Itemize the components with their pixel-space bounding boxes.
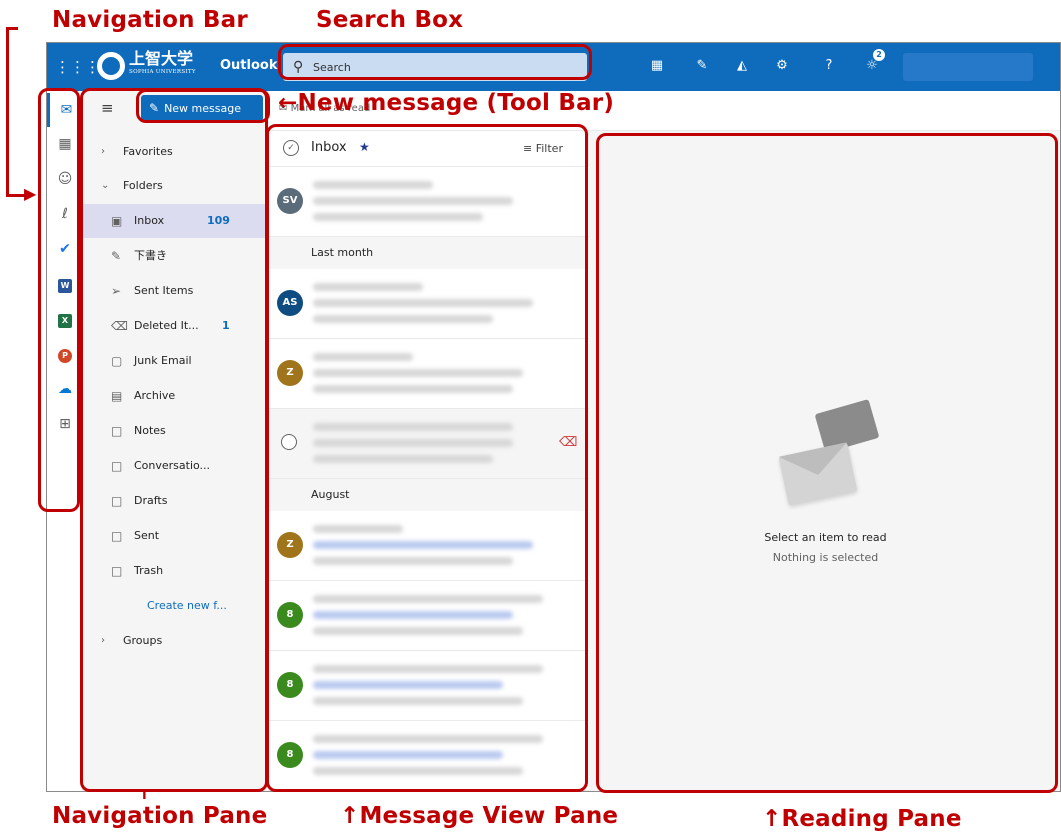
feedback-icon[interactable]: ✎ [692,56,712,76]
university-logo [97,52,125,80]
bell-icon[interactable]: ◭ [732,56,752,76]
logo-japanese: 上智大学 [129,49,194,68]
annotation-navigation-pane: Navigation Pane [52,803,268,829]
annotation-search-box: Search Box [316,7,464,33]
annotation-reading-pane: ↑Reading Pane [762,806,962,832]
annotation-box-navigation-pane [80,88,268,792]
annotation-box-message-view [266,124,588,792]
help-icon[interactable]: ? [819,56,839,76]
logo-text: 上智大学 SOPHIA UNIVERSITY [129,50,196,76]
annotation-message-view-pane: ↑Message View Pane [340,803,619,829]
annotation-navigation-bar: Navigation Bar [52,7,248,33]
annotation-bracket-vertical [6,27,9,197]
notification-badge: 2 [873,49,885,61]
waffle-icon[interactable]: ⋮⋮⋮ [55,55,100,79]
app-name[interactable]: Outlook [220,58,277,73]
account-area[interactable] [903,53,1033,81]
annotation-new-message: ←New message (Tool Bar) [278,90,615,116]
logo-english: SOPHIA UNIVERSITY [129,69,196,75]
annotation-bracket-arrow: ▶ [24,184,37,203]
annotation-box-search [278,44,592,80]
teams-icon[interactable]: ▦ [647,56,667,76]
annotation-box-navigation-bar [38,88,80,512]
gear-icon[interactable]: ⚙ [772,56,792,76]
annotation-box-reading-pane [596,133,1058,793]
